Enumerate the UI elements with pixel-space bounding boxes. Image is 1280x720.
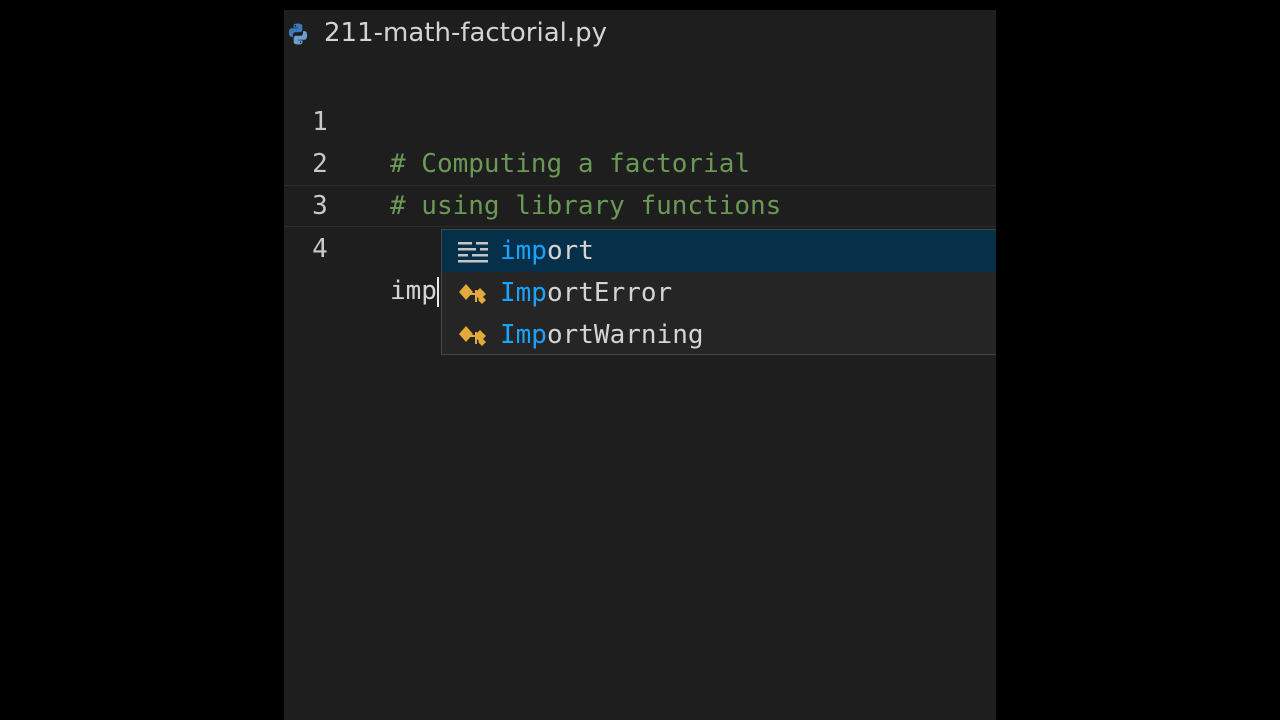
editor-tab[interactable]: 211-math-factorial.py — [284, 10, 996, 60]
suggestion-label: ImportWarning — [500, 320, 704, 350]
editor-window: 211-math-factorial.py 1 # Computing a fa… — [284, 10, 996, 720]
code-line[interactable]: 3 — [284, 143, 996, 221]
keyword-icon — [458, 242, 488, 263]
typed-text: imp — [390, 276, 437, 306]
code-line[interactable]: 1 # Computing a factorial — [284, 59, 996, 179]
text-cursor — [436, 276, 439, 307]
code-text: imp — [390, 270, 439, 312]
autocomplete-suggestions[interactable]: import ImportError ImportWarning — [441, 229, 996, 355]
suggestion-item-import[interactable]: import — [442, 230, 996, 272]
class-icon — [459, 326, 486, 346]
python-icon — [288, 23, 308, 45]
suggestion-item-importerror[interactable]: ImportError — [442, 272, 996, 314]
tab-title: 211-math-factorial.py — [324, 18, 608, 48]
suggestion-label: import — [500, 236, 594, 266]
suggestion-item-importwarning[interactable]: ImportWarning — [442, 314, 996, 356]
class-icon — [459, 284, 486, 304]
suggestion-label: ImportError — [500, 278, 673, 308]
code-line[interactable]: 2 # using library functions — [284, 101, 996, 221]
line-number: 4 — [312, 234, 328, 264]
current-code-line[interactable]: 4 imp — [284, 185, 996, 307]
